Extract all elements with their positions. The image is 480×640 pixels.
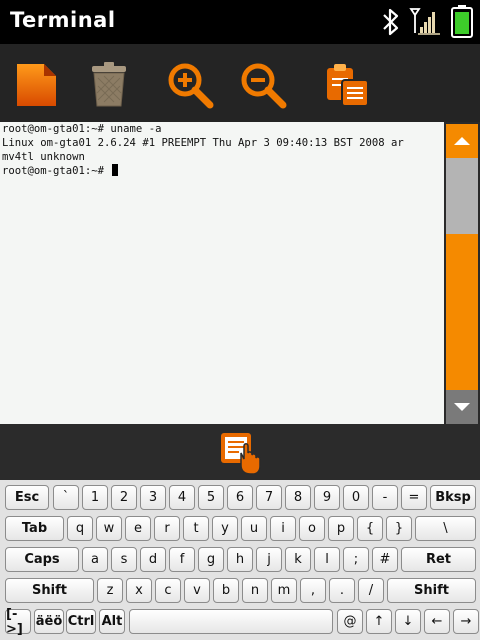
key-v[interactable]: v: [184, 578, 210, 603]
key-semicolon[interactable]: ;: [343, 547, 369, 572]
key-hash[interactable]: #: [372, 547, 398, 572]
key-3[interactable]: 3: [140, 485, 166, 510]
key-right-brace[interactable]: }: [386, 516, 412, 541]
key-r[interactable]: r: [154, 516, 180, 541]
terminal-output[interactable]: root@om-gta01:~# uname -a Linux om-gta01…: [0, 122, 444, 424]
key-2[interactable]: 2: [111, 485, 137, 510]
key-arrow-left[interactable]: ←: [424, 609, 450, 634]
key-backslash[interactable]: \: [415, 516, 476, 541]
key-arrow-up[interactable]: ↑: [366, 609, 392, 634]
key-s[interactable]: s: [111, 547, 137, 572]
new-document-button[interactable]: [12, 60, 62, 110]
signal-strength-icon: [408, 5, 442, 41]
battery-icon: [450, 4, 474, 42]
key-k[interactable]: k: [285, 547, 311, 572]
key-esc[interactable]: Esc: [5, 485, 49, 510]
key-left-brace[interactable]: {: [357, 516, 383, 541]
title-bar: Terminal: [0, 0, 480, 44]
scroll-up-button[interactable]: [446, 124, 478, 158]
key-arrow-down[interactable]: ↓: [395, 609, 421, 634]
key-t[interactable]: t: [183, 516, 209, 541]
key-8[interactable]: 8: [285, 485, 311, 510]
key-u[interactable]: u: [241, 516, 267, 541]
key-caps[interactable]: Caps: [5, 547, 79, 572]
key-space[interactable]: [129, 609, 333, 634]
key-i[interactable]: i: [270, 516, 296, 541]
zoom-in-button[interactable]: [165, 60, 215, 110]
key-d[interactable]: d: [140, 547, 166, 572]
zoom-out-icon: [241, 63, 287, 109]
key-6[interactable]: 6: [227, 485, 253, 510]
bluetooth-icon: [381, 6, 401, 42]
key-accents[interactable]: äëö: [34, 609, 64, 634]
toolbar: [0, 44, 480, 122]
trash-icon: [92, 62, 126, 107]
key-e[interactable]: e: [125, 516, 151, 541]
zoom-out-button[interactable]: [238, 60, 288, 110]
delete-button[interactable]: [84, 60, 134, 110]
on-screen-keyboard: Esc ` 1 2 3 4 5 6 7 8 9 0- = Bksp Tab q w e r t y u i o p{} \ Caps…: [0, 480, 480, 640]
terminal-line: root@om-gta01:~# uname -a: [2, 123, 162, 135]
terminal-prompt: root@om-gta01:~#: [2, 165, 111, 177]
new-document-icon: [17, 64, 56, 106]
app-title: Terminal: [10, 8, 116, 32]
key-w[interactable]: w: [96, 516, 122, 541]
key-ret[interactable]: Ret: [401, 547, 476, 572]
scroll-down-button[interactable]: [446, 390, 478, 424]
key-period[interactable]: .: [329, 578, 355, 603]
key-arrow-right[interactable]: →: [453, 609, 479, 634]
terminal-line: Linux om-gta01 2.6.24 #1 PREEMPT Thu Apr…: [2, 137, 404, 149]
keyboard-toggle-bar: [0, 424, 480, 480]
clipboard-paste-icon: [327, 64, 369, 107]
key-tab[interactable]: Tab: [5, 516, 64, 541]
key-p[interactable]: p: [328, 516, 354, 541]
keyboard-touch-icon: [221, 433, 261, 475]
key-shift[interactable]: Shift: [5, 578, 94, 603]
keyboard-toggle-button[interactable]: [219, 429, 263, 475]
key-f[interactable]: f: [169, 547, 195, 572]
key-1[interactable]: 1: [82, 485, 108, 510]
key-j[interactable]: j: [256, 547, 282, 572]
key-shift[interactable]: Shift: [387, 578, 476, 603]
key-y[interactable]: y: [212, 516, 238, 541]
scroll-track[interactable]: [446, 158, 478, 390]
key-m[interactable]: m: [271, 578, 297, 603]
key-x[interactable]: x: [126, 578, 152, 603]
key-q[interactable]: q: [67, 516, 93, 541]
key-5[interactable]: 5: [198, 485, 224, 510]
key-a[interactable]: a: [82, 547, 108, 572]
key-comma[interactable]: ,: [300, 578, 326, 603]
key-o[interactable]: o: [299, 516, 325, 541]
key-0[interactable]: 0: [343, 485, 369, 510]
arrow-down-icon: [454, 403, 470, 411]
terminal-line: mv4tl unknown: [2, 151, 85, 163]
key-4[interactable]: 4: [169, 485, 195, 510]
key-bksp[interactable]: Bksp: [430, 485, 476, 510]
vertical-scrollbar[interactable]: [444, 122, 480, 424]
key-alt[interactable]: Alt: [99, 609, 125, 634]
key-backtick[interactable]: `: [53, 485, 79, 510]
key-at[interactable]: @: [337, 609, 363, 634]
key-ctrl[interactable]: Ctrl: [66, 609, 96, 634]
key-g[interactable]: g: [198, 547, 224, 572]
key-b[interactable]: b: [213, 578, 239, 603]
key-l[interactable]: l: [314, 547, 340, 572]
key-z[interactable]: z: [97, 578, 123, 603]
paste-button[interactable]: [322, 60, 372, 110]
key-9[interactable]: 9: [314, 485, 340, 510]
key-equals[interactable]: =: [401, 485, 427, 510]
key-minus[interactable]: -: [372, 485, 398, 510]
key-tab-arrow[interactable]: [->]: [5, 607, 31, 637]
key-n[interactable]: n: [242, 578, 268, 603]
arrow-up-icon: [454, 137, 470, 145]
terminal-prompt-line: root@om-gta01:~#: [0, 164, 444, 178]
key-slash[interactable]: /: [358, 578, 384, 603]
scroll-thumb[interactable]: [446, 234, 478, 390]
zoom-in-icon: [168, 63, 214, 109]
key-h[interactable]: h: [227, 547, 253, 572]
key-c[interactable]: c: [155, 578, 181, 603]
key-7[interactable]: 7: [256, 485, 282, 510]
text-cursor: [112, 164, 119, 176]
